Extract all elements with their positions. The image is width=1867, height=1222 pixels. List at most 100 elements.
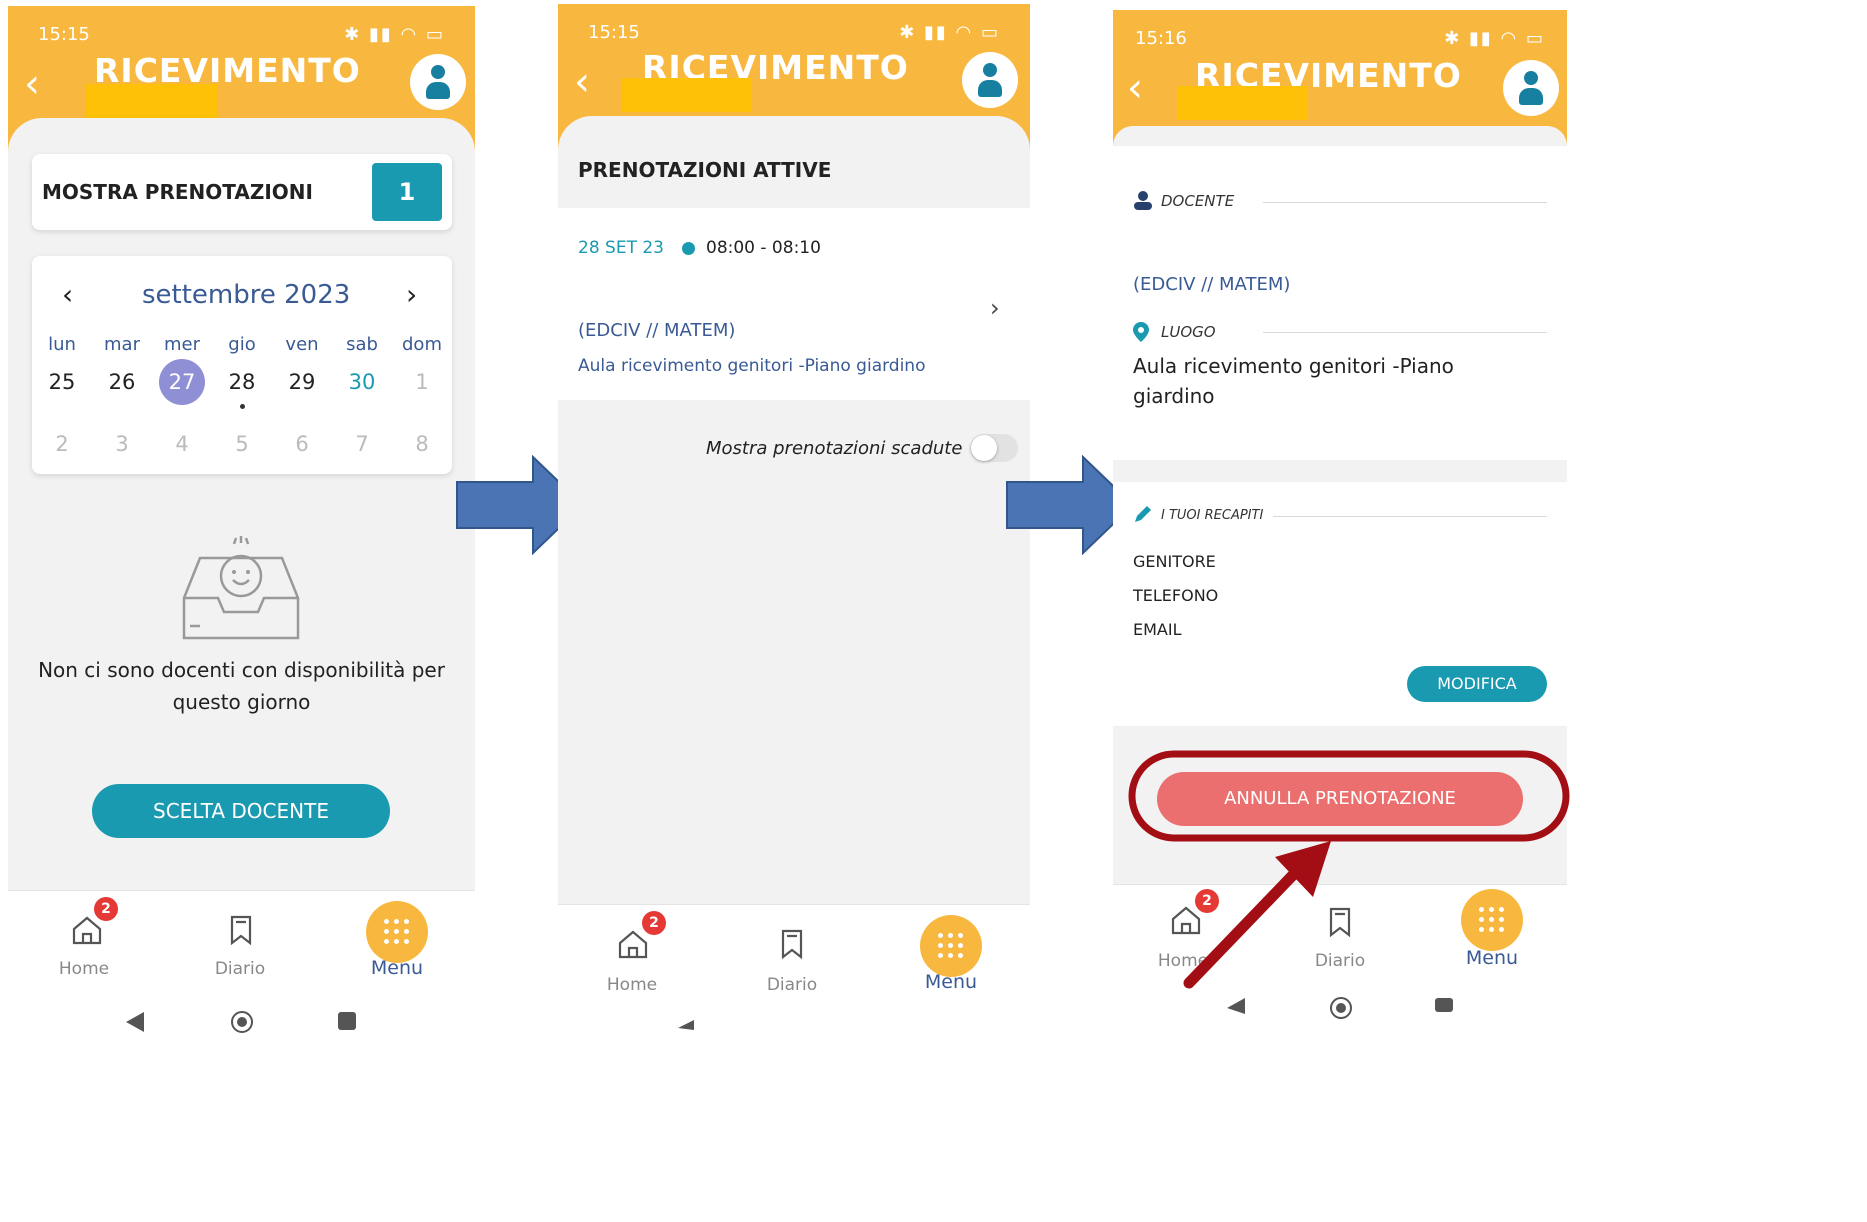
details-section: DOCENTE (EDCIV // MATEM) LUOGO Aula rice… [1113, 146, 1567, 460]
divider [1273, 516, 1547, 517]
status-time: 15:15 [588, 22, 640, 43]
contact-telefono: TELEFONO [1133, 586, 1219, 605]
event-dot [240, 404, 245, 409]
divider [1263, 202, 1547, 203]
redacted-area [1177, 86, 1307, 120]
contacts-label: I TUOI RECAPITI [1161, 508, 1264, 523]
chevron-right-icon[interactable]: › [990, 294, 1000, 322]
user-avatar-icon[interactable] [1503, 60, 1559, 116]
calendar-card: ‹ settembre 2023 › lun mar mer gio ven s… [32, 256, 452, 474]
bookings-count-badge[interactable]: 1 [372, 163, 442, 221]
show-bookings-label: MOSTRA PRENOTAZIONI [42, 180, 313, 204]
system-nav-bar [558, 1014, 1030, 1222]
booking-date: 28 SET 23 [578, 238, 664, 258]
docente-label: DOCENTE [1161, 192, 1235, 210]
section-title: PRENOTAZIONI ATTIVE [578, 158, 832, 182]
pencil-icon [1135, 506, 1151, 522]
back-arrow-icon[interactable]: ‹ [1127, 65, 1143, 111]
back-arrow-icon[interactable]: ‹ [574, 59, 590, 105]
weekday-label: ven [285, 334, 319, 355]
show-bookings-card[interactable]: MOSTRA PRENOTAZIONI 1 [32, 154, 452, 230]
calendar-day[interactable]: 5 [212, 432, 272, 456]
calendar-day[interactable]: 6 [272, 432, 332, 456]
screen-active-bookings: 15:15 ✱ ▮▮ ◠ ▭ ‹ RICEVIMENTO PRENOTAZION… [558, 4, 1030, 1222]
weekday-label: gio [228, 334, 256, 355]
weekday-label: mer [163, 334, 200, 355]
weekday-label: lun [48, 334, 76, 355]
contact-email: EMAIL [1133, 620, 1182, 639]
edit-contacts-button[interactable]: MODIFICA [1407, 666, 1547, 702]
contact-genitore: GENITORE [1133, 552, 1216, 571]
nav-menu-label[interactable]: Menu [914, 971, 988, 993]
booking-teacher: (EDCIV // MATEM) [578, 320, 736, 341]
menu-grid-icon[interactable] [366, 901, 428, 963]
content-sheet [1113, 126, 1567, 146]
system-nav-bar [1113, 994, 1567, 1222]
screen-booking-detail: 15:16 ✱ ▮▮ ◠ ▭ ‹ RICEVIMENTO DOCENTE (ED… [1113, 10, 1567, 1222]
status-icons: ✱ ▮▮ ◠ ▭ [899, 22, 1000, 43]
bookmark-icon[interactable] [779, 927, 805, 961]
bookmark-icon[interactable] [228, 913, 254, 947]
divider [1263, 332, 1547, 333]
empty-message-line1: Non ci sono docenti con disponibilità pe… [38, 658, 445, 682]
calendar-day[interactable]: 7 [332, 432, 392, 456]
choose-teacher-button[interactable]: SCELTA DOCENTE [92, 784, 390, 838]
calendar-day[interactable]: 28 [212, 370, 272, 394]
calendar-day[interactable]: 3 [92, 432, 152, 456]
place-line1: Aula ricevimento genitori -Piano [1133, 354, 1454, 378]
nav-menu-label[interactable]: Menu [360, 957, 434, 979]
home-badge: 2 [94, 897, 118, 921]
nav-diario-label[interactable]: Diario [756, 975, 828, 995]
contacts-section: I TUOI RECAPITI GENITORE TELEFONO EMAIL … [1113, 482, 1567, 726]
system-back-icon[interactable] [126, 1012, 146, 1032]
toggle-knob [971, 435, 997, 461]
system-home-icon[interactable] [230, 1010, 254, 1034]
teacher-name: (EDCIV // MATEM) [1133, 274, 1291, 295]
calendar-day[interactable]: 4 [152, 432, 212, 456]
user-avatar-icon[interactable] [410, 54, 466, 110]
system-nav-bar [8, 1004, 475, 1222]
nav-diario-label[interactable]: Diario [204, 959, 276, 979]
weekday-label: dom [402, 334, 442, 355]
status-icons: ✱ ▮▮ ◠ ▭ [344, 24, 445, 45]
redacted-area [622, 78, 752, 112]
clock-icon [682, 242, 695, 255]
redacted-area [86, 84, 218, 118]
calendar-day[interactable]: 8 [392, 432, 452, 456]
menu-grid-icon[interactable] [920, 915, 982, 977]
calendar-day-selected[interactable]: 27 [152, 370, 212, 394]
system-back-icon[interactable] [678, 1020, 694, 1030]
location-pin-icon [1133, 322, 1149, 342]
calendar-day[interactable]: 29 [272, 370, 332, 394]
calendar-day[interactable]: 1 [392, 370, 452, 394]
status-time: 15:16 [1135, 28, 1187, 49]
back-arrow-icon[interactable]: ‹ [24, 61, 40, 107]
home-badge: 2 [642, 911, 666, 935]
expired-toggle-label: Mostra prenotazioni scadute [706, 438, 963, 459]
calendar-day[interactable]: 25 [32, 370, 92, 394]
calendar-month: settembre 2023 [142, 280, 351, 310]
place-line2: giardino [1133, 384, 1215, 408]
home-icon[interactable] [616, 927, 650, 961]
calendar-day[interactable]: 26 [92, 370, 152, 394]
booking-item[interactable]: 28 SET 23 08:00 - 08:10 › (EDCIV // MATE… [558, 208, 1030, 400]
bottom-nav: 2 Home Diario Menu [8, 890, 475, 1005]
system-recents-icon[interactable] [338, 1012, 356, 1030]
user-avatar-icon[interactable] [962, 52, 1018, 108]
annotation-arrow [1183, 841, 1331, 989]
calendar-day[interactable]: 30 [332, 370, 392, 394]
nav-home-label[interactable]: Home [48, 959, 120, 979]
empty-inbox-icon [182, 536, 300, 640]
luogo-label: LUOGO [1161, 323, 1216, 341]
person-icon [1134, 191, 1152, 210]
screen-calendar: 15:15 ✱ ▮▮ ◠ ▭ ‹ RICEVIMENTO MOSTRA PREN… [8, 6, 475, 1222]
prev-month-button[interactable]: ‹ [62, 278, 73, 311]
status-icons: ✱ ▮▮ ◠ ▭ [1444, 28, 1545, 49]
booking-place: Aula ricevimento genitori -Piano giardin… [578, 356, 926, 376]
status-time: 15:15 [38, 24, 90, 45]
empty-message-line2: questo giorno [172, 690, 311, 714]
calendar-day[interactable]: 2 [32, 432, 92, 456]
next-month-button[interactable]: › [406, 278, 417, 311]
weekday-label: sab [346, 334, 378, 355]
nav-home-label[interactable]: Home [596, 975, 668, 995]
